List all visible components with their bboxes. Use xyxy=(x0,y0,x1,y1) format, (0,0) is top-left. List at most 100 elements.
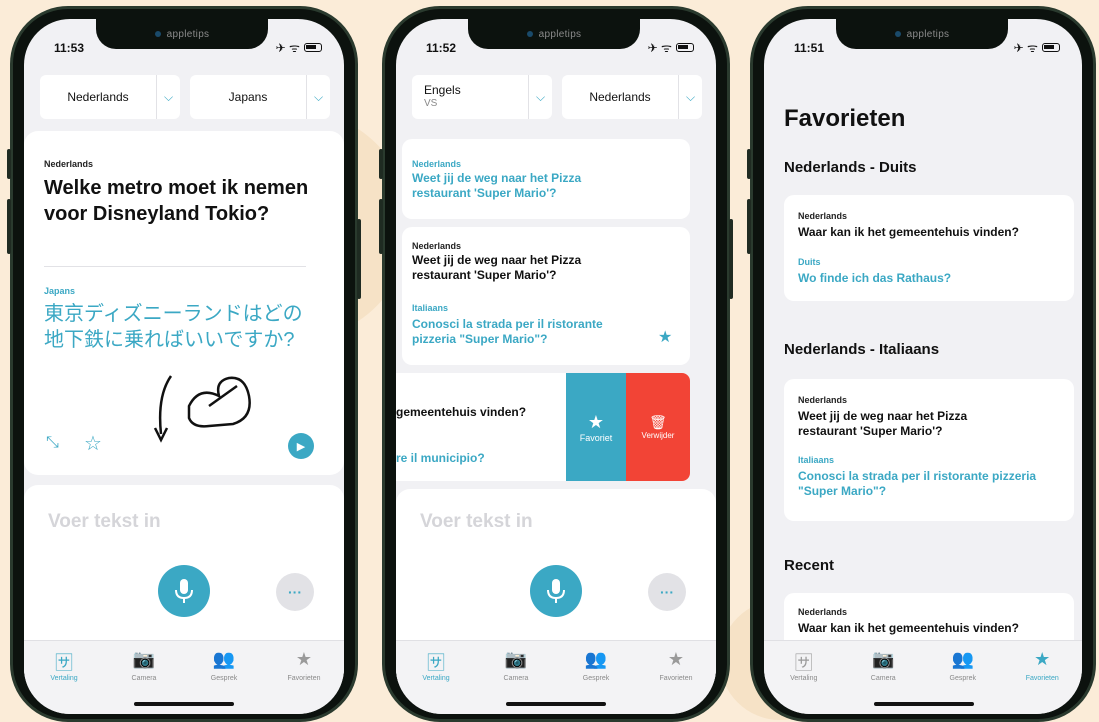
tab-favorieten[interactable]: ★ Favorieten xyxy=(269,649,339,714)
source-language-label: Nederlands xyxy=(67,90,129,104)
card-translation-label: Italiaans xyxy=(798,455,835,465)
status-time: 11:52 xyxy=(426,41,457,55)
tab-vertaling[interactable]: 🈂 Vertaling xyxy=(29,649,99,714)
tab-label: Gesprek xyxy=(210,675,238,682)
target-language-label: Nederlands xyxy=(589,90,651,104)
camera-icon: 📷 xyxy=(872,649,895,669)
star-icon: ★ xyxy=(1034,649,1051,669)
card-text: Waar kan ik het gemeentehuis vinden? xyxy=(798,225,1019,239)
chevron-down-icon[interactable]: ⌵ xyxy=(156,75,180,119)
source-language-select[interactable]: Engels VS ⌵ xyxy=(412,75,552,119)
notch: appletips xyxy=(96,19,268,49)
text-input-placeholder[interactable]: Voer tekst in xyxy=(48,511,161,533)
tab-label: Vertaling xyxy=(50,675,78,682)
card-translation-text: re il municipio? xyxy=(396,451,485,465)
section-header: Recent xyxy=(784,557,835,574)
chevron-down-icon[interactable]: ⌵ xyxy=(678,75,702,119)
screen: appletips 11:52 ✈ ᯤ Engels VS ⌵ Nederlan… xyxy=(396,19,716,714)
play-icon[interactable]: ▶ xyxy=(288,433,314,459)
history-card[interactable]: Nederlands Weet jij de weg naar het Pizz… xyxy=(402,139,690,219)
tab-label: Gesprek xyxy=(582,675,610,682)
more-options-button[interactable]: ··· xyxy=(648,573,686,611)
tab-vertaling[interactable]: 🈂 Vertaling xyxy=(401,649,471,714)
brand-label: appletips xyxy=(166,28,210,40)
tab-label: Gesprek xyxy=(949,675,976,682)
phone-favorites: appletips 11:51 ✈ ᯤ Favorieten Nederland… xyxy=(747,6,1096,722)
language-selector: Nederlands ⌵ Japans ⌵ xyxy=(40,75,330,119)
microphone-button[interactable] xyxy=(530,565,582,617)
source-text: Welke metro moet ik nemen voor Disneylan… xyxy=(44,177,309,225)
battery-icon xyxy=(676,43,694,52)
text-input-placeholder[interactable]: Voer tekst in xyxy=(420,511,533,533)
delete-action-button[interactable]: 🗑 Verwijder xyxy=(626,373,690,481)
airplane-wifi-icon: ✈ ᯤ xyxy=(275,41,300,55)
card-translation-label: Duits xyxy=(798,257,821,267)
tab-label: Vertaling xyxy=(422,675,450,682)
screen: appletips 11:53 ✈ ᯤ Nederlands ⌵ Japans … xyxy=(24,19,344,714)
card-label: Nederlands xyxy=(798,607,848,617)
source-label: Nederlands xyxy=(44,159,94,169)
tab-label: Favorieten xyxy=(1025,675,1059,682)
star-filled-icon[interactable]: ★ xyxy=(658,327,672,347)
chevron-down-icon[interactable]: ⌵ xyxy=(528,75,552,119)
translate-icon: 🈂 xyxy=(55,653,73,673)
conversation-icon: 👥 xyxy=(584,649,608,669)
swipe-hand-icon xyxy=(149,356,259,451)
microphone-icon xyxy=(175,579,193,603)
notch: appletips xyxy=(836,19,1008,49)
tab-label: Favorieten xyxy=(659,675,693,682)
card-text: gemeentehuis vinden? xyxy=(396,405,527,419)
microphone-icon xyxy=(547,579,565,603)
source-language-select[interactable]: Nederlands ⌵ xyxy=(40,75,180,119)
star-icon: ★ xyxy=(587,411,605,432)
tab-vertaling[interactable]: 🈂 Vertaling xyxy=(769,649,839,714)
tab-label: Camera xyxy=(131,675,157,682)
screen: appletips 11:51 ✈ ᯤ Favorieten Nederland… xyxy=(764,19,1082,714)
target-label: Japans xyxy=(44,286,76,296)
language-selector: Engels VS ⌵ Nederlands ⌵ xyxy=(412,75,702,119)
target-language-label: Japans xyxy=(228,90,268,104)
notch: appletips xyxy=(468,19,640,49)
more-options-button[interactable]: ··· xyxy=(276,573,314,611)
tab-label: Camera xyxy=(870,675,896,682)
favorite-action-label: Favoriet xyxy=(579,432,613,443)
card-text: Weet jij de weg naar het Pizza restauran… xyxy=(412,253,582,282)
microphone-button[interactable] xyxy=(158,565,210,617)
phone-swipe-actions: appletips 11:52 ✈ ᯤ Engels VS ⌵ Nederlan… xyxy=(379,6,733,722)
card-translation-text: Conosci la strada per il ristorante pizz… xyxy=(412,317,603,346)
favorite-card[interactable]: Nederlands Weet jij de weg naar het Pizz… xyxy=(784,379,1074,521)
status-icons: ✈ ᯤ xyxy=(1014,39,1060,56)
conversation-icon: 👥 xyxy=(951,649,974,669)
tab-favorieten[interactable]: ★ Favorieten xyxy=(641,649,711,714)
card-label: Nederlands xyxy=(412,241,462,251)
divider xyxy=(44,266,306,267)
tab-favorieten[interactable]: ★ Favorieten xyxy=(1007,649,1077,714)
section-header: Nederlands - Duits xyxy=(784,159,917,176)
target-language-select[interactable]: Japans ⌵ xyxy=(190,75,330,119)
card-label: Nederlands xyxy=(412,159,462,169)
conversation-icon: 👥 xyxy=(212,649,236,669)
target-language-select[interactable]: Nederlands ⌵ xyxy=(562,75,702,119)
language-region: VS xyxy=(424,98,438,109)
translation-card: Nederlands Welke metro moet ik nemen voo… xyxy=(24,131,344,475)
airplane-wifi-icon: ✈ ᯤ xyxy=(647,41,672,55)
favorite-action-button[interactable]: ★ Favoriet xyxy=(566,373,626,481)
star-icon: ★ xyxy=(295,649,313,669)
history-card[interactable]: Nederlands Weet jij de weg naar het Pizz… xyxy=(402,227,690,365)
chevron-down-icon[interactable]: ⌵ xyxy=(306,75,330,119)
source-language-label: Engels VS xyxy=(412,84,528,110)
target-text: 東京ディズニーランドはどの地下鉄に乗ればいいですか? xyxy=(44,303,303,351)
home-indicator xyxy=(506,702,606,706)
expand-icon[interactable]: ⤡ xyxy=(46,434,59,452)
favorite-card[interactable]: Nederlands Waar kan ik het gemeentehuis … xyxy=(784,195,1074,301)
status-time: 11:51 xyxy=(794,41,825,55)
card-translation-label: Italiaans xyxy=(412,303,449,313)
tab-label: Camera xyxy=(503,675,529,682)
tab-label: Vertaling xyxy=(790,675,818,682)
translate-icon: 🈂 xyxy=(427,653,445,673)
home-indicator xyxy=(134,702,234,706)
status-icons: ✈ ᯤ xyxy=(648,39,694,56)
star-outline-icon[interactable]: ☆ xyxy=(84,431,102,456)
home-indicator xyxy=(874,702,974,706)
camera-icon: 📷 xyxy=(504,649,528,669)
